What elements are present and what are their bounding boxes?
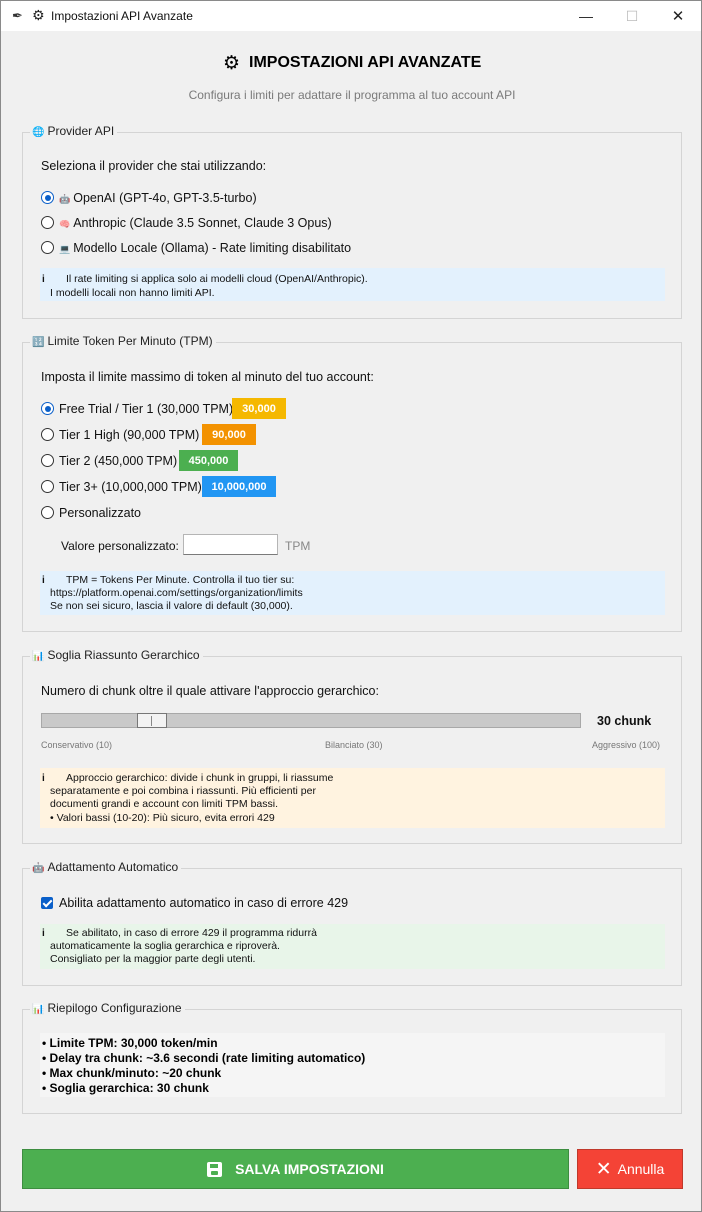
threshold-slider-thumb[interactable]: [137, 713, 167, 728]
cancel-label: Annulla: [617, 1161, 665, 1177]
radio-tier1[interactable]: [41, 402, 54, 415]
close-icon: ✕: [671, 8, 685, 25]
floppy-disk-icon: [207, 1161, 223, 1177]
feather-app-icon: ✒: [12, 8, 23, 23]
radio-tier2-label[interactable]: Tier 2 (450,000 TPM): [59, 454, 177, 468]
radio-openai-label[interactable]: 🤖 OpenAI (GPT-4o, GPT-3.5-turbo): [59, 191, 257, 205]
robot-icon: 🤖: [32, 863, 45, 874]
minimize-button[interactable]: —: [563, 1, 609, 31]
provider-section: 🌐 Provider API Seleziona il provider che …: [22, 124, 682, 319]
tpm-info-box: i TPM = Tokens Per Minute. Controlla il …: [40, 571, 665, 615]
title-gear-icon: ⚙: [32, 7, 45, 23]
bar-chart-icon: 📊: [32, 1004, 45, 1015]
summary-box: • Limite TPM: 30,000 token/min • Delay t…: [40, 1033, 665, 1097]
badge-tier3: 10,000,000: [202, 476, 276, 497]
summary-line: • Soglia gerarchica: 30 chunk: [42, 1081, 209, 1095]
info-icon: i: [42, 928, 45, 939]
radio-tier2[interactable]: [41, 454, 54, 467]
threshold-section-label: 📊 Soglia Riassunto Gerarchico: [30, 648, 203, 662]
window-title: Impostazioni API Avanzate: [51, 9, 193, 23]
radio-local[interactable]: [41, 241, 54, 254]
threshold-slider-track[interactable]: [41, 713, 581, 728]
threshold-value: 30 chunk: [597, 714, 652, 728]
gear-icon: ⚙: [223, 53, 241, 74]
close-window-button[interactable]: ✕: [655, 1, 701, 31]
title-bar: ✒ ⚙ Impostazioni API Avanzate — ☐ ✕: [1, 1, 701, 31]
radio-local-label[interactable]: 💻 Modello Locale (Ollama) - Rate limiting…: [59, 241, 351, 255]
brain-icon: 🧠: [59, 219, 71, 229]
provider-info-box: i Il rate limiting si applica solo ai mo…: [40, 268, 665, 301]
radio-custom-label[interactable]: Personalizzato: [59, 506, 141, 520]
computer-icon: 💻: [59, 244, 71, 254]
settings-window: ✒ ⚙ Impostazioni API Avanzate — ☐ ✕ ⚙ IM…: [0, 0, 702, 1212]
threshold-section: 📊 Soglia Riassunto Gerarchico Numero di c…: [22, 648, 682, 844]
threshold-info-box: i Approccio gerarchico: divide i chunk i…: [40, 768, 665, 828]
auto-adapt-section: 🤖 Adattamento Automatico Abilita adattame…: [22, 860, 682, 986]
badge-tier1-high: 90,000: [202, 424, 256, 445]
custom-value-label: Valore personalizzato:: [61, 539, 179, 553]
info-icon: i: [42, 773, 45, 784]
summary-section-label: 📊 Riepilogo Configurazione: [30, 1001, 185, 1015]
custom-unit-label: TPM: [285, 539, 311, 553]
summary-line: • Delay tra chunk: ~3.6 secondi (rate li…: [42, 1051, 366, 1065]
close-x-icon: ✕: [595, 1158, 612, 1180]
auto-adapt-section-label: 🤖 Adattamento Automatico: [30, 860, 182, 874]
radio-anthropic-label[interactable]: 🧠 Anthropic (Claude 3.5 Sonnet, Claude 3 …: [59, 216, 332, 230]
radio-tier1-high[interactable]: [41, 428, 54, 441]
provider-section-label: 🌐 Provider API: [30, 124, 118, 138]
radio-anthropic[interactable]: [41, 216, 54, 229]
robot-icon: 🤖: [59, 194, 71, 204]
summary-line: • Max chunk/minuto: ~20 chunk: [42, 1066, 222, 1080]
tick-aggressive: Aggressivo (100): [592, 740, 661, 750]
save-settings-button[interactable]: SALVA IMPOSTAZIONI: [22, 1149, 569, 1189]
tick-conservative: Conservativo (10): [41, 740, 113, 750]
badge-tier1: 30,000: [232, 398, 286, 419]
maximize-button[interactable]: ☐: [609, 1, 655, 31]
summary-section: 📊 Riepilogo Configurazione • Limite TPM: …: [22, 1001, 682, 1114]
chart-icon: 📊: [32, 651, 45, 662]
auto-adapt-checkbox-label[interactable]: Abilita adattamento automatico in caso d…: [59, 896, 348, 910]
summary-line: • Limite TPM: 30,000 token/min: [42, 1036, 218, 1050]
radio-custom[interactable]: [41, 506, 54, 519]
page-subtitle: Configura i limiti per adattare il progr…: [188, 88, 516, 102]
radio-tier3-label[interactable]: Tier 3+ (10,000,000 TPM): [59, 480, 202, 494]
numbers-icon: 🔢: [32, 337, 45, 348]
radio-tier3[interactable]: [41, 480, 54, 493]
radio-tier1-label[interactable]: Free Trial / Tier 1 (30,000 TPM): [59, 402, 233, 416]
tpm-section: 🔢 Limite Token Per Minuto (TPM) Imposta i…: [22, 334, 682, 632]
badge-tier2: 450,000: [179, 450, 238, 471]
info-icon: i: [42, 274, 45, 285]
maximize-icon: ☐: [625, 7, 639, 24]
provider-prompt: Seleziona il provider che stai utilizzan…: [41, 159, 267, 173]
page-title: IMPOSTAZIONI API AVANZATE: [249, 54, 482, 71]
minimize-icon: —: [579, 8, 593, 24]
auto-adapt-info-box: i Se abilitato, in caso di errore 429 il…: [40, 924, 665, 969]
radio-openai[interactable]: [41, 191, 54, 204]
threshold-prompt: Numero di chunk oltre il quale attivare …: [41, 684, 379, 698]
auto-adapt-checkbox[interactable]: [41, 897, 53, 909]
tpm-prompt: Imposta il limite massimo di token al mi…: [41, 370, 374, 384]
custom-tpm-input[interactable]: [183, 534, 278, 555]
radio-tier1-high-label[interactable]: Tier 1 High (90,000 TPM): [59, 428, 199, 442]
cancel-button[interactable]: ✕ Annulla: [577, 1149, 683, 1189]
tpm-section-label: 🔢 Limite Token Per Minuto (TPM): [30, 334, 216, 348]
tick-balanced: Bilanciato (30): [325, 740, 383, 750]
save-settings-label: SALVA IMPOSTAZIONI: [235, 1161, 384, 1177]
globe-icon: 🌐: [32, 127, 45, 138]
info-icon: i: [42, 575, 45, 586]
